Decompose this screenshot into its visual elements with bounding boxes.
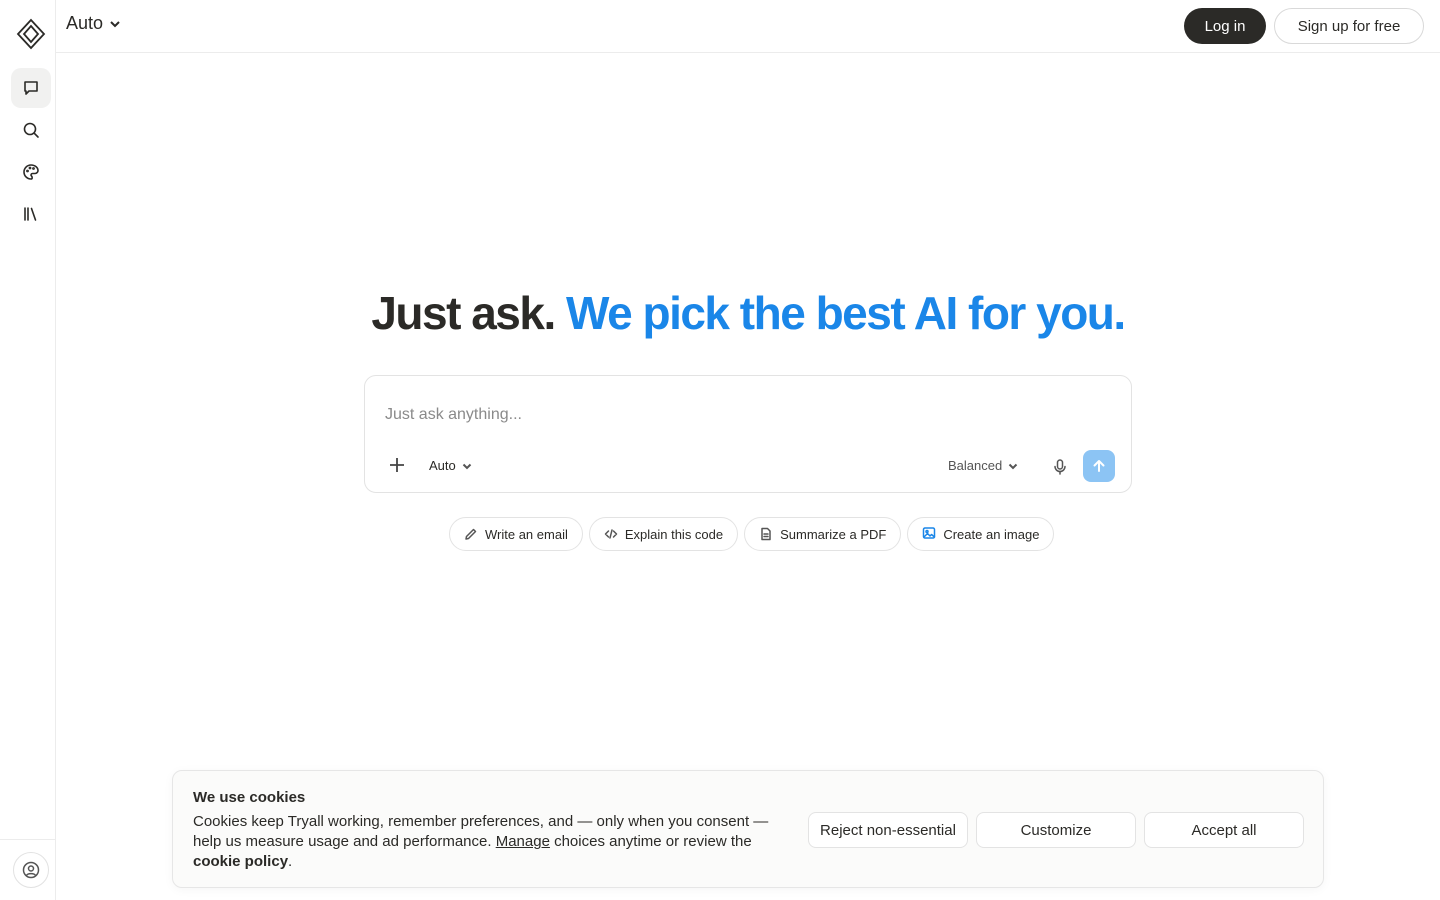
chip-explain-code[interactable]: Explain this code bbox=[588, 517, 739, 551]
chevron-down-icon bbox=[462, 463, 471, 469]
reject-button[interactable]: Reject non-essential bbox=[808, 812, 968, 848]
chip-label: Create an image bbox=[943, 526, 1040, 542]
chip-write-email[interactable]: Write an email bbox=[449, 517, 583, 551]
chat-icon bbox=[24, 81, 38, 95]
login-button[interactable]: Log in bbox=[1184, 8, 1266, 44]
sidebar-item-chat[interactable] bbox=[11, 68, 51, 108]
hero-heading: Just ask. We pick the best AI for you. bbox=[56, 286, 1440, 340]
cookie-policy-link[interactable]: cookie policy bbox=[193, 853, 288, 870]
chip-label: Explain this code bbox=[624, 526, 724, 542]
pencil-icon bbox=[465, 528, 477, 540]
chip-label: Summarize a PDF bbox=[780, 526, 887, 542]
microphone-icon bbox=[1054, 459, 1066, 475]
logo-icon[interactable] bbox=[16, 18, 46, 50]
suggestion-chips: Write an email Explain this code Summari… bbox=[449, 517, 1055, 551]
customize-button[interactable]: Customize bbox=[976, 812, 1136, 848]
composer-model-label: Auto bbox=[429, 458, 456, 473]
sidebar-divider bbox=[0, 839, 55, 840]
model-selector[interactable]: Auto bbox=[66, 13, 121, 34]
attach-button[interactable] bbox=[387, 455, 407, 475]
cookie-description: Cookies keep Tryall working, remember pr… bbox=[193, 812, 793, 872]
user-circle-icon bbox=[22, 861, 40, 879]
top-header: Auto Log in Sign up for free bbox=[56, 0, 1440, 53]
profile-button[interactable] bbox=[13, 852, 49, 888]
send-button[interactable] bbox=[1083, 450, 1115, 482]
sidebar-item-palette[interactable] bbox=[11, 152, 51, 192]
cookie-text-part: . bbox=[288, 853, 293, 870]
mode-selector[interactable]: Balanced bbox=[948, 458, 1018, 473]
image-icon bbox=[923, 526, 936, 539]
sidebar bbox=[0, 0, 56, 900]
composer-model-selector[interactable]: Auto bbox=[429, 458, 472, 473]
sidebar-item-library[interactable] bbox=[11, 194, 51, 234]
chevron-down-icon bbox=[110, 20, 120, 27]
microphone-button[interactable] bbox=[1049, 456, 1071, 478]
chevron-down-icon bbox=[1009, 463, 1018, 469]
palette-icon bbox=[23, 164, 39, 180]
prompt-input[interactable] bbox=[385, 406, 1105, 424]
hero-heading-part1: Just ask. bbox=[371, 287, 556, 339]
hero-heading-part2: We pick the best AI for you. bbox=[566, 287, 1126, 339]
sidebar-item-search[interactable] bbox=[11, 110, 51, 150]
document-icon bbox=[761, 527, 771, 541]
library-icon bbox=[24, 207, 37, 221]
model-selector-label: Auto bbox=[66, 13, 104, 33]
accept-all-button[interactable]: Accept all bbox=[1144, 812, 1304, 848]
chip-create-image[interactable]: Create an image bbox=[907, 517, 1055, 551]
prompt-composer: Auto Balanced bbox=[364, 375, 1132, 493]
plus-icon bbox=[390, 458, 404, 472]
code-icon bbox=[604, 529, 618, 539]
cookie-text-part: choices anytime or review the bbox=[549, 833, 752, 850]
signup-button[interactable]: Sign up for free bbox=[1274, 8, 1424, 44]
mode-selector-label: Balanced bbox=[948, 458, 1003, 473]
cookie-title: We use cookies bbox=[193, 789, 306, 806]
manage-link[interactable]: Manage bbox=[496, 833, 550, 850]
search-icon bbox=[23, 122, 39, 138]
arrow-up-icon bbox=[1093, 460, 1105, 472]
cookie-banner: We use cookies Cookies keep Tryall worki… bbox=[172, 770, 1324, 888]
chip-label: Write an email bbox=[485, 526, 568, 542]
chip-summarize-pdf[interactable]: Summarize a PDF bbox=[744, 517, 902, 551]
